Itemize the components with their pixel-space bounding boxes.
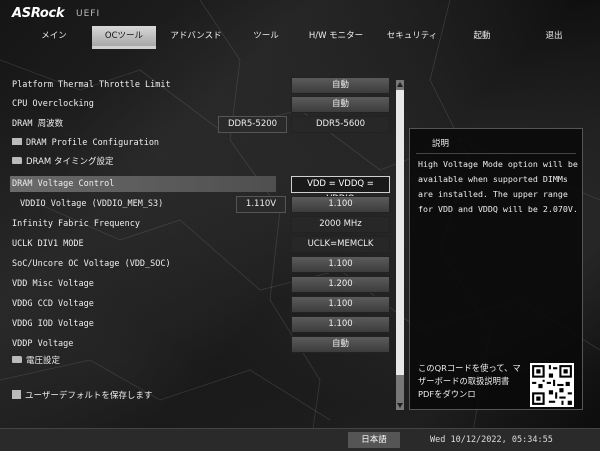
setting-label: DRAM 周波数 [12, 119, 64, 129]
cpu-overclocking-value[interactable]: 自動 [291, 96, 390, 113]
help-text: High Voltage Mode option will be availab… [418, 159, 578, 214]
asrock-logo: ASRock [12, 6, 65, 21]
setting-label: VDDIO Voltage (VDDIO_MEM_S3) [20, 199, 164, 209]
menu-bar: メイン OCツール アドバンスド ツール H/W モニター セキュリティ 起動 … [0, 26, 600, 49]
scroll-down-icon[interactable] [397, 403, 403, 408]
setting-thermal-throttle[interactable]: Platform Thermal Throttle Limit [12, 77, 278, 93]
tab-exit[interactable]: 退出 [536, 26, 572, 46]
save-icon [12, 390, 21, 399]
setting-label: DRAM タイミング設定 [26, 157, 114, 167]
vdd-misc-value[interactable]: 1.200 [291, 276, 390, 293]
setting-vddg-iod[interactable]: VDDG IOD Voltage [12, 316, 278, 332]
qr-description: このQRコードを使って、マザーボードの取扱説明書PDFをダウンロ [418, 363, 521, 399]
setting-vdd-misc[interactable]: VDD Misc Voltage [12, 276, 278, 292]
setting-vddg-ccd[interactable]: VDDG CCD Voltage [12, 296, 278, 312]
header: ASRock UEFI メイン OCツール アドバンスド ツール H/W モニタ… [0, 0, 600, 52]
vddio-value[interactable]: 1.100 [291, 196, 390, 213]
help-divider [416, 153, 576, 154]
vddg-iod-value[interactable]: 1.100 [291, 316, 390, 333]
setting-label: VDDP Voltage [12, 339, 74, 349]
tab-hw-monitor[interactable]: H/W モニター [300, 26, 372, 46]
vddg-ccd-value[interactable]: 1.100 [291, 296, 390, 313]
setting-label: UCLK DIV1 MODE [12, 239, 84, 249]
setting-label: Platform Thermal Throttle Limit [12, 80, 171, 90]
folder-icon [12, 356, 22, 363]
tab-advanced[interactable]: アドバンスド [166, 26, 226, 46]
submenu-voltage-settings[interactable]: 電圧設定 [12, 353, 278, 369]
setting-label: VDDG IOD Voltage [12, 319, 94, 329]
vddp-value[interactable]: 自動 [291, 336, 390, 353]
setting-cpu-overclocking[interactable]: CPU Overclocking [12, 96, 278, 112]
dram-frequency-current: DDR5-5200 [218, 116, 287, 133]
dram-frequency-value[interactable]: DDR5-5600 [291, 116, 390, 133]
tab-tools[interactable]: ツール [246, 26, 286, 46]
setting-vddp[interactable]: VDDP Voltage [12, 336, 278, 352]
language-button[interactable]: 日本語 [348, 432, 400, 448]
infinity-fabric-value[interactable]: 2000 MHz [291, 216, 390, 233]
save-user-default[interactable]: ユーザーデフォルトを保存します [12, 388, 312, 404]
setting-soc-voltage[interactable]: SoC/Uncore OC Voltage (VDD_SOC) [12, 256, 278, 272]
setting-uclk-div1[interactable]: UCLK DIV1 MODE [12, 236, 278, 252]
uefi-label: UEFI [76, 9, 101, 19]
help-title: 説明 [432, 139, 450, 149]
tab-main[interactable]: メイン [34, 26, 74, 46]
thermal-throttle-value[interactable]: 自動 [291, 77, 390, 94]
qr-code-icon [530, 363, 574, 407]
setting-label: 電圧設定 [26, 356, 61, 366]
vddio-current: 1.110V [236, 196, 286, 213]
datetime: Wed 10/12/2022, 05:34:55 [430, 435, 553, 445]
setting-label: SoC/Uncore OC Voltage (VDD_SOC) [12, 259, 171, 269]
scrollbar-thumb[interactable] [396, 90, 404, 375]
setting-label: DRAM Profile Configuration [26, 138, 160, 148]
tab-boot[interactable]: 起動 [466, 26, 498, 46]
scroll-up-icon[interactable] [397, 82, 403, 87]
submenu-dram-profile[interactable]: DRAM Profile Configuration [12, 135, 278, 151]
setting-label: VDD Misc Voltage [12, 279, 94, 289]
profile-icon [12, 138, 22, 145]
setting-label: DRAM Voltage Control [12, 179, 115, 189]
scrollbar[interactable] [396, 80, 404, 410]
setting-label: CPU Overclocking [12, 99, 94, 109]
setting-infinity-fabric[interactable]: Infinity Fabric Frequency [12, 216, 278, 232]
dram-voltage-control-value[interactable]: VDD = VDDQ = VDDIO [291, 176, 390, 204]
uclk-div1-value[interactable]: UCLK=MEMCLK [291, 236, 390, 253]
folder-icon [12, 157, 22, 164]
setting-dram-voltage-control[interactable]: DRAM Voltage Control [10, 176, 276, 192]
submenu-dram-timing[interactable]: DRAM タイミング設定 [12, 154, 278, 170]
setting-label: VDDG CCD Voltage [12, 299, 94, 309]
tab-security[interactable]: セキュリティ [380, 26, 444, 46]
save-default-label: ユーザーデフォルトを保存します [25, 391, 153, 401]
tab-oc-tools[interactable]: OCツール [92, 26, 156, 49]
setting-label: Infinity Fabric Frequency [12, 219, 140, 229]
help-panel: 説明 High Voltage Mode option will be avai… [409, 128, 583, 410]
soc-voltage-value[interactable]: 1.100 [291, 256, 390, 273]
